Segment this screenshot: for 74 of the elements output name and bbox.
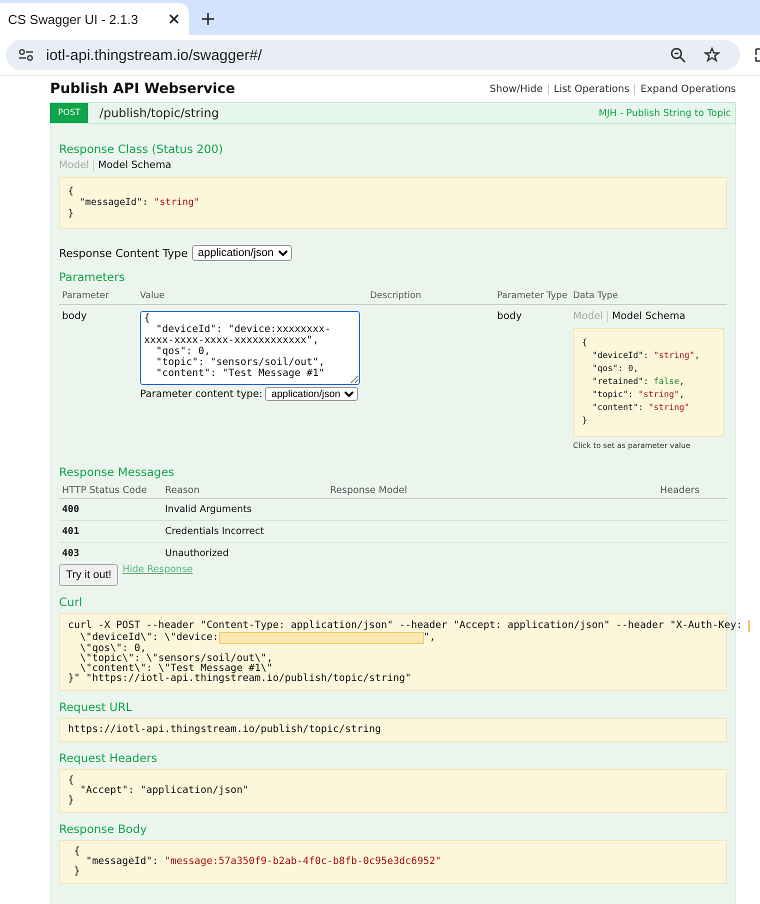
section-heading: Request Headers: [59, 751, 158, 765]
operation-header[interactable]: POST /publish/topic/string MJH - Publish String to Topic: [50, 102, 736, 124]
code-line: }: [73, 867, 82, 877]
code-text: curl -X POST --header "Content-Type: application/json" --header "Accept: application/json" --header "X-Auth-Key:: [68, 621, 744, 631]
code-line: }: [68, 796, 76, 806]
column-header: Response Model: [327, 483, 657, 499]
star-icon[interactable]: [704, 47, 720, 63]
code-line: "messageId": "message:57a350f9-b2ab-4f0c-b8fb-0c95e3dc6952": [85, 857, 442, 867]
close-icon[interactable]: [168, 13, 180, 25]
code-line: https://iotl-api.thingstream.io/publish/topic/string: [68, 725, 382, 735]
code-line: {: [582, 337, 588, 350]
address-bar[interactable]: iotl-api.thingstream.io/swagger#/: [6, 40, 740, 70]
column-header: Parameter Type: [494, 288, 570, 305]
status-code: 403: [61, 547, 80, 561]
code-line: }: [68, 208, 75, 219]
section-heading: Curl: [59, 595, 84, 609]
value-field[interactable]: { "deviceId": "device:xxxxxxxx-xxxx-xxxx-xxxx-xxxxxxxxxxxx", "qos": 0, "topic": "sensors/soil/out", "content": "Test Message #1": [140, 311, 360, 385]
zoom-icon[interactable]: [670, 47, 686, 63]
table-cell: Invalid Arguments: [162, 499, 327, 521]
column-header: Value: [137, 288, 367, 305]
section-heading: Response Body: [59, 822, 148, 836]
field-label: Parameter content type:: [140, 388, 262, 400]
section-heading: Parameters: [59, 270, 126, 284]
model-tab[interactable]: Model Schema: [607, 311, 690, 322]
code-line: }: [582, 415, 588, 428]
column-header: Reason: [162, 483, 327, 499]
resource-title: Publish API Webservice: [50, 81, 236, 97]
url-text: iotl-api.thingstream.io/swagger#/: [46, 46, 262, 64]
tab-title: CS Swagger UI - 2.1.3: [8, 12, 138, 26]
column-header: Description: [367, 288, 494, 305]
content-type-select[interactable]: application/json: [192, 245, 292, 261]
code-line: "Accept": "application/json": [79, 786, 250, 796]
code-text: \"deviceId\": \"device:: [79, 633, 219, 643]
code-line: "qos": 0,: [591, 363, 640, 376]
code-line: "topic": "string",: [591, 389, 686, 402]
table-cell-text: body: [496, 310, 523, 324]
code-text: ",: [424, 633, 436, 643]
status-code: 401: [59, 521, 162, 543]
operations-link[interactable]: Show/Hide: [484, 84, 548, 94]
table-cell-text: Unauthorized: [164, 547, 230, 561]
code-line: "retained": false,: [591, 376, 686, 389]
column-header: HTTP Status Code: [59, 483, 162, 499]
code-line: }" "https://iotl-api.thingstream.io/publish/topic/string": [68, 674, 412, 684]
try-it-out-button[interactable]: Try it out!: [59, 564, 118, 586]
operations-link[interactable]: Expand Operations: [634, 84, 736, 94]
code-line: "messageId": "string": [78, 197, 201, 208]
status-code: 400: [59, 499, 162, 521]
field-label: Response Content Type: [59, 246, 188, 260]
table-cell-text: body: [61, 310, 88, 324]
code-line: "deviceId": "string",: [591, 350, 701, 363]
code-line: {: [68, 776, 76, 786]
section-heading: Request URL: [59, 700, 134, 714]
plus-icon[interactable]: [201, 12, 215, 26]
code-line: \"topic\": \"sensors/soil/out\",: [79, 654, 274, 664]
code-line: \"content\": \"Test Message #1\": [79, 664, 273, 674]
model-tab[interactable]: Model Schema: [93, 160, 176, 171]
operations-link[interactable]: List Operations: [548, 84, 634, 94]
column-header: Data Type: [570, 288, 727, 305]
code-line: {: [68, 186, 75, 197]
code-line: {: [73, 847, 82, 857]
column-header: Parameter: [59, 288, 137, 305]
browser-tab[interactable]: CS Swagger UI - 2.1.3: [0, 3, 189, 35]
code-line: "content": "string": [591, 402, 690, 415]
content-type-select[interactable]: application/json: [265, 387, 358, 401]
method-badge: POST: [50, 103, 88, 123]
code-line: \"qos\": 0,: [79, 644, 146, 654]
table-cell: Credentials Incorrect: [162, 521, 327, 543]
code-block[interactable]: { "deviceId": "string", "qos": 0, "retained": false, "topic": "string", "content": "string" }: [573, 328, 724, 437]
section-heading: Response Class (Status 200): [59, 142, 224, 156]
redaction-mark: [748, 620, 750, 632]
endpoint-path: /publish/topic/string: [99, 106, 220, 120]
section-heading: Response Messages: [59, 465, 176, 479]
settings-sliders-icon[interactable]: [18, 48, 34, 62]
column-header: Headers: [657, 483, 727, 499]
